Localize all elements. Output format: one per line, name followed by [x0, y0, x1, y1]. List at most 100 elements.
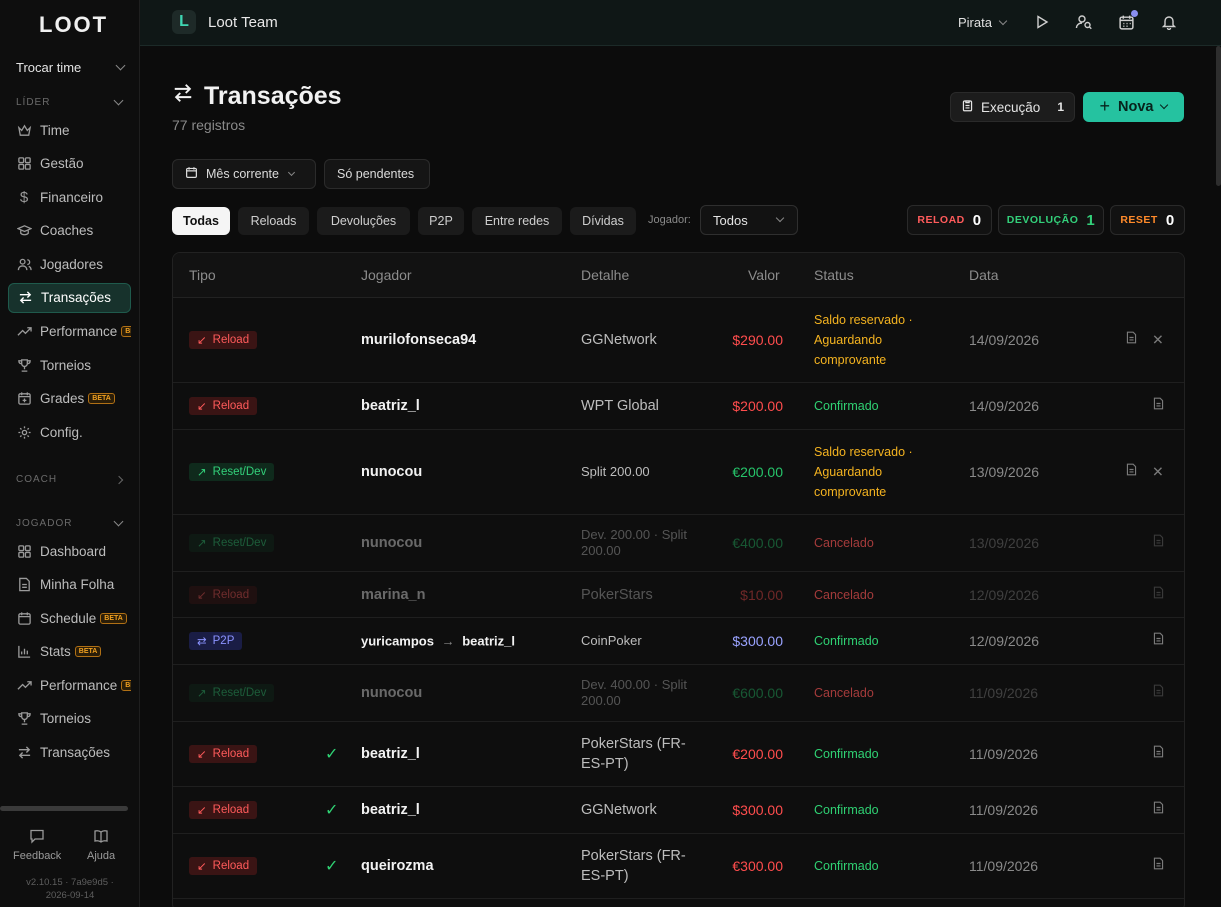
- arrows-swap-icon: [16, 745, 32, 761]
- column-header-tipo[interactable]: Tipo: [189, 267, 216, 283]
- sidebar-scrollbar[interactable]: [0, 806, 128, 811]
- column-header-data[interactable]: Data: [969, 267, 999, 283]
- receipt-icon[interactable]: [1152, 397, 1165, 415]
- sidebar-item-label: Schedule: [40, 610, 97, 626]
- column-header-detalhe[interactable]: Detalhe: [581, 267, 629, 283]
- receipt-icon[interactable]: [1152, 684, 1165, 702]
- sidebar-item-grades[interactable]: Grades BETA: [8, 384, 131, 414]
- execution-count: 1: [1057, 100, 1064, 114]
- date: 11/09/2026: [969, 746, 1039, 762]
- sidebar-item-label: Financeiro: [40, 189, 104, 205]
- sidebar-item-performance[interactable]: Performance BETA: [8, 317, 131, 347]
- type-badge-reload: ↙ Reload: [189, 801, 258, 819]
- arrow-down-left-icon: ↙: [197, 805, 207, 817]
- stat-devolucao[interactable]: DEVOLUÇÃO 1: [998, 205, 1104, 235]
- team-switch[interactable]: Trocar time: [16, 60, 126, 75]
- receipt-icon[interactable]: [1152, 745, 1165, 763]
- section-coach[interactable]: COACH: [16, 474, 124, 485]
- sidebar-item-torneios[interactable]: Torneios: [8, 350, 131, 380]
- user-search-icon[interactable]: [1074, 12, 1094, 32]
- receipt-icon[interactable]: [1152, 534, 1165, 552]
- section-jogador-label: JOGADOR: [16, 518, 73, 529]
- tab-dividas[interactable]: Dívidas: [570, 207, 636, 235]
- bell-icon[interactable]: [1159, 12, 1179, 32]
- new-label: Nova: [1118, 99, 1154, 115]
- status-line-3: comprovante: [814, 353, 887, 367]
- pending-only-filter[interactable]: Só pendentes: [324, 159, 430, 189]
- execution-label: Execução: [981, 99, 1041, 115]
- detail-line-1: PokerStars (FR-: [581, 848, 686, 864]
- close-icon[interactable]: ✕: [1152, 464, 1164, 481]
- sidebar-item-coaches[interactable]: Coaches: [8, 216, 131, 246]
- column-header-jogador[interactable]: Jogador: [361, 267, 412, 283]
- sidebar-item-minha-folha[interactable]: Minha Folha: [8, 570, 131, 600]
- receipt-icon[interactable]: [1125, 331, 1138, 349]
- receipt-icon[interactable]: [1152, 586, 1165, 604]
- player-filter-select[interactable]: Todos: [700, 205, 798, 235]
- table-row[interactable]: ⇄ P2P yuricampos → beatriz_l CoinPoker $3…: [173, 618, 1184, 665]
- column-header-status[interactable]: Status: [814, 267, 854, 283]
- table-row[interactable]: ↙ Reload marina_n PokerStars $10.00 Cance…: [173, 572, 1184, 618]
- user-menu[interactable]: Pirata: [958, 15, 1008, 30]
- sidebar-item-config[interactable]: Config.: [8, 417, 131, 447]
- sidebar-item-dashboard[interactable]: Dashboard: [8, 536, 131, 566]
- sidebar-item-performance-jogador[interactable]: Performance BETA: [8, 670, 131, 700]
- player-from: yuricampos: [361, 633, 434, 649]
- calendar-icon[interactable]: [1116, 10, 1138, 32]
- sidebar-item-label: Performance: [40, 677, 118, 693]
- table-row[interactable]: ↙ Reload ✓ queirozma PokerStars (FR- ES-P…: [173, 834, 1184, 899]
- sidebar-item-transacoes-jogador[interactable]: Transações: [8, 738, 131, 768]
- date: 14/09/2026: [969, 398, 1040, 414]
- receipt-icon[interactable]: [1152, 801, 1165, 819]
- type-badge-reset: ↗ Reset/Dev: [189, 463, 275, 481]
- stat-reset-label: RESET: [1120, 214, 1158, 226]
- tab-p2p[interactable]: P2P: [418, 207, 464, 235]
- stat-reset[interactable]: RESET 0: [1110, 205, 1185, 235]
- chevron-down-icon: [775, 213, 785, 223]
- table-row[interactable]: ↗ Reset/Dev nunocou Dev. 400.00 · Split 2…: [173, 665, 1184, 722]
- table-row[interactable]: ↙ Reload ✓ beatriz_l PokerStars (FR- ES-P…: [173, 722, 1184, 787]
- feedback-button[interactable]: Feedback: [13, 828, 61, 862]
- receipt-icon[interactable]: [1152, 632, 1165, 650]
- tab-reloads[interactable]: Reloads: [238, 207, 309, 235]
- app-logo: LOOT: [39, 12, 109, 37]
- sidebar-item-jogadores[interactable]: Jogadores: [8, 249, 131, 279]
- value: $290.00: [732, 332, 783, 348]
- sidebar-item-financeiro[interactable]: $ Financeiro: [8, 182, 131, 212]
- table-row[interactable]: ↙ Reload ✓ beatriz_l GGNetwork $300.00 Co…: [173, 787, 1184, 834]
- table-row[interactable]: ↙ Reload murilofonseca94 GGNetwork $290.0…: [173, 298, 1184, 383]
- table-row[interactable]: ↙ Reload beatriz_l WPT Global $200.00 Con…: [173, 383, 1184, 430]
- new-transaction-button[interactable]: + Nova: [1083, 92, 1184, 122]
- detail: PokerStars (FR- ES-PT): [581, 846, 686, 886]
- help-button[interactable]: Ajuda: [87, 828, 115, 862]
- sidebar-item-stats[interactable]: Stats BETA: [8, 637, 131, 667]
- check-icon: ✓: [325, 858, 339, 875]
- sidebar-item-time[interactable]: Time: [8, 115, 131, 145]
- section-jogador[interactable]: JOGADOR: [16, 516, 124, 529]
- receipt-icon[interactable]: [1152, 857, 1165, 875]
- sidebar-item-gestao[interactable]: Gestão: [8, 149, 131, 179]
- stat-reload[interactable]: RELOAD 0: [907, 205, 992, 235]
- status: Cancelado: [814, 536, 874, 550]
- app-root: LOOT Trocar time LÍDER Time Gestão $ Fin…: [0, 0, 1221, 907]
- detail-line-2: 200.00: [581, 543, 621, 558]
- execution-button[interactable]: Execução 1: [950, 92, 1075, 122]
- period-filter[interactable]: Mês corrente: [172, 159, 316, 189]
- sidebar-item-transacoes[interactable]: Transações: [8, 282, 131, 313]
- table-row[interactable]: ↗ Reset/Dev nunocou Split 200.00 €200.00 …: [173, 430, 1184, 515]
- calendar-plus-icon: [16, 391, 32, 407]
- tab-entre-redes[interactable]: Entre redes: [472, 207, 562, 235]
- tab-todas[interactable]: Todas: [172, 207, 230, 235]
- sidebar-item-torneios-jogador[interactable]: Torneios: [8, 704, 131, 734]
- stat-reset-value: 0: [1165, 211, 1175, 229]
- table-row[interactable]: ↗ Reset/Dev nunocou Dev. 200.00 · Split 2…: [173, 515, 1184, 572]
- section-lider[interactable]: LÍDER: [16, 95, 124, 108]
- sidebar-item-schedule[interactable]: Schedule BETA: [8, 603, 131, 633]
- detail-line-2: 200.00: [581, 693, 621, 708]
- close-icon[interactable]: ✕: [1152, 332, 1164, 349]
- play-icon[interactable]: [1032, 12, 1052, 32]
- column-header-valor[interactable]: Valor: [748, 267, 780, 283]
- receipt-icon[interactable]: [1125, 463, 1138, 481]
- page-scrollbar[interactable]: [1216, 46, 1221, 186]
- tab-devolucoes[interactable]: Devoluções: [317, 207, 410, 235]
